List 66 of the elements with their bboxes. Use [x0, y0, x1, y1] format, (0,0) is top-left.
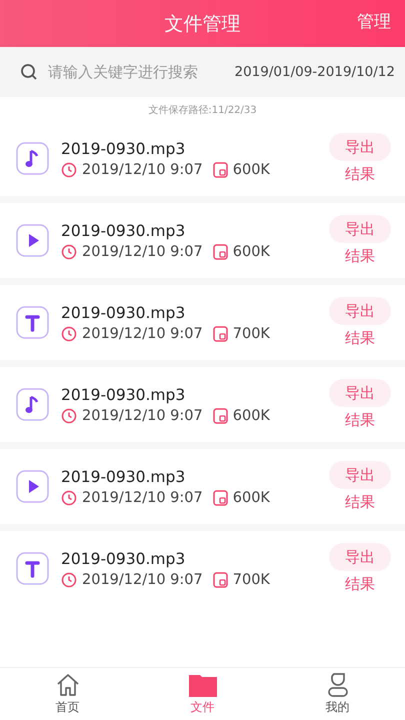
file-row[interactable]: 2019-0930.mp3 2019/12/10 9:07 700K 导出 结果 [0, 531, 405, 606]
file-time: 2019/12/10 9:07 [82, 490, 203, 506]
person-icon [326, 672, 348, 698]
save-path: 文件保存路径:11/22/33 [148, 105, 257, 116]
clock-icon [61, 490, 77, 506]
file-row[interactable]: 2019-0930.mp3 2019/12/10 9:07 600K 导出 结果 [0, 203, 405, 278]
search-icon [20, 63, 38, 81]
result-button[interactable]: 结果 [345, 165, 375, 184]
manage-button[interactable]: 管理 [357, 10, 391, 33]
file-size-icon [212, 244, 228, 260]
file-size-icon [212, 326, 228, 342]
file-name: 2019-0930.mp3 [61, 222, 186, 240]
folder-icon [188, 672, 218, 698]
export-button[interactable]: 导出 [329, 461, 391, 489]
file-time: 2019/12/10 9:07 [82, 326, 203, 342]
file-size: 600K [232, 162, 270, 178]
nav-tab[interactable]: 我的 [270, 668, 405, 720]
play-icon [16, 224, 49, 257]
file-size-icon [212, 572, 228, 588]
file-name: 2019-0930.mp3 [61, 550, 186, 568]
home-icon [54, 672, 80, 698]
search-field[interactable]: 请输入关键字进行搜索 [46, 62, 226, 82]
date-range[interactable]: 2019/01/09-2019/10/12 [234, 64, 395, 80]
result-button[interactable]: 结果 [345, 575, 375, 594]
nav-tab[interactable]: 文件 [135, 668, 270, 720]
music-note-icon [16, 388, 49, 421]
file-time: 2019/12/10 9:07 [82, 408, 203, 424]
file-time: 2019/12/10 9:07 [82, 162, 203, 178]
music-note-icon [16, 142, 49, 175]
page-title: 文件管理 [164, 12, 240, 36]
file-name: 2019-0930.mp3 [61, 140, 186, 158]
file-name: 2019-0930.mp3 [61, 468, 186, 486]
file-row[interactable]: 2019-0930.mp3 2019/12/10 9:07 700K 导出 结果 [0, 285, 405, 360]
export-button[interactable]: 导出 [329, 133, 391, 161]
clock-icon [61, 408, 77, 424]
file-row[interactable]: 2019-0930.mp3 2019/12/10 9:07 600K 导出 结果 [0, 121, 405, 196]
clock-icon [61, 572, 77, 588]
file-name: 2019-0930.mp3 [61, 304, 186, 322]
letter-t-icon [16, 306, 49, 339]
file-row[interactable]: 2019-0930.mp3 2019/12/10 9:07 600K 导出 结果 [0, 367, 405, 442]
file-size-icon [212, 162, 228, 178]
result-button[interactable]: 结果 [345, 411, 375, 430]
file-size: 700K [232, 572, 270, 588]
file-time: 2019/12/10 9:07 [82, 572, 203, 588]
result-button[interactable]: 结果 [345, 247, 375, 266]
export-button[interactable]: 导出 [329, 297, 391, 325]
file-size: 600K [232, 490, 270, 506]
file-time: 2019/12/10 9:07 [82, 244, 203, 260]
clock-icon [61, 162, 77, 178]
file-size: 700K [232, 326, 270, 342]
export-button[interactable]: 导出 [329, 379, 391, 407]
file-size-icon [212, 490, 228, 506]
file-name: 2019-0930.mp3 [61, 386, 186, 404]
file-size: 600K [232, 408, 270, 424]
result-button[interactable]: 结果 [345, 493, 375, 512]
clock-icon [61, 244, 77, 260]
clock-icon [61, 326, 77, 342]
export-button[interactable]: 导出 [329, 543, 391, 571]
file-size-icon [212, 408, 228, 424]
letter-t-icon [16, 552, 49, 585]
nav-tab[interactable]: 首页 [0, 668, 135, 720]
file-size: 600K [232, 244, 270, 260]
result-button[interactable]: 结果 [345, 329, 375, 348]
export-button[interactable]: 导出 [329, 215, 391, 243]
play-icon [16, 470, 49, 503]
file-row[interactable]: 2019-0930.mp3 2019/12/10 9:07 600K 导出 结果 [0, 449, 405, 524]
